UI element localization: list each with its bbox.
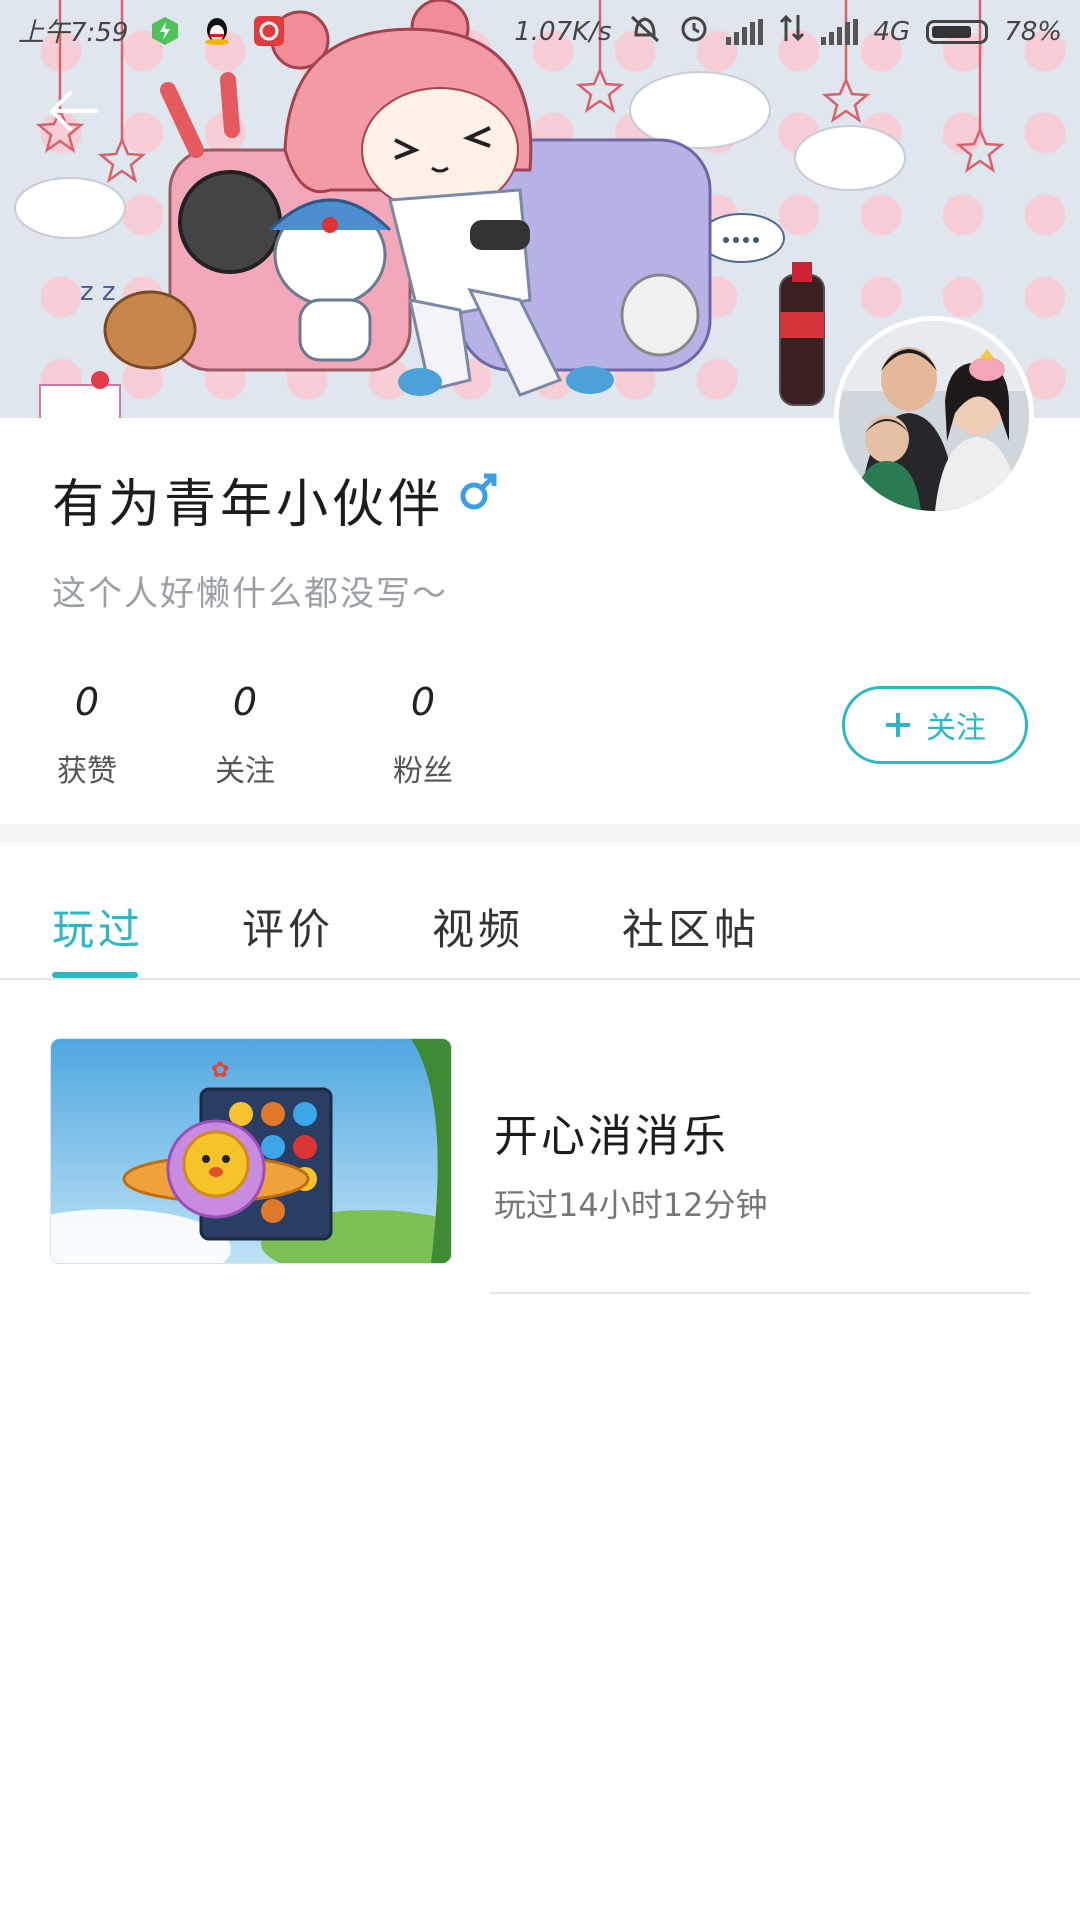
tab-community-posts[interactable]: 社区帖 [622, 896, 760, 957]
data-transfer-icon [779, 13, 805, 50]
profile-name: 有为青年小伙伴 [52, 475, 445, 535]
tab-bar: 玩过 评价 视频 社区帖 [0, 842, 1080, 980]
follow-button-label: 关注 [926, 711, 986, 746]
game-play-time: 玩过14小时12分钟 [494, 1186, 768, 1224]
stat-following-label: 关注 [215, 754, 275, 789]
active-tab-indicator [52, 972, 138, 978]
male-icon [458, 472, 498, 512]
list-item[interactable]: ✿ 开心消消乐 玩过14小时12分钟 [50, 1038, 1030, 1296]
section-divider [0, 824, 1080, 842]
mute-vibrate-icon [628, 13, 662, 50]
stat-followers[interactable]: 0 粉丝 [378, 680, 468, 790]
tab-played[interactable]: 玩过 [52, 896, 144, 957]
stat-followers-label: 粉丝 [393, 754, 453, 789]
stat-likes-label: 获赞 [57, 754, 117, 789]
stat-likes[interactable]: 0 获赞 [42, 680, 132, 790]
stat-followers-value: 0 [410, 680, 436, 724]
alarm-icon [678, 12, 710, 51]
stat-likes-value: 0 [74, 680, 100, 724]
arrow-left-icon [49, 91, 98, 131]
svg-text:✿: ✿ [211, 1058, 229, 1083]
tab-videos[interactable]: 视频 [432, 896, 524, 957]
svg-text:z z: z z [80, 277, 116, 307]
netease-music-icon [254, 15, 285, 46]
plus-icon [884, 703, 912, 747]
status-bar: 上午7:59 1.07K/s 4G 78% [0, 0, 1080, 60]
signal-icon [725, 18, 763, 45]
avatar[interactable] [834, 316, 1034, 516]
game-title: 开心消消乐 [494, 1111, 729, 1162]
avatar-photo [839, 321, 1029, 511]
profile-bio: 这个人好懒什么都没写～ [52, 574, 448, 614]
charging-app-icon [150, 16, 180, 46]
game-thumbnail: ✿ [50, 1038, 452, 1264]
stat-following-value: 0 [232, 680, 258, 724]
back-button[interactable] [44, 86, 104, 136]
battery-icon [926, 19, 989, 44]
status-net-speed: 1.07K/s [514, 16, 612, 47]
tab-reviews[interactable]: 评价 [242, 896, 334, 957]
status-time: 上午7:59 [18, 18, 129, 48]
signal-icon-2 [820, 18, 858, 45]
network-type: 4G [873, 16, 911, 47]
list-divider [490, 1292, 1030, 1294]
qq-icon [202, 16, 232, 46]
stat-following[interactable]: 0 关注 [200, 680, 290, 790]
battery-percent: 78% [1004, 16, 1062, 47]
follow-button[interactable]: 关注 [842, 686, 1028, 764]
